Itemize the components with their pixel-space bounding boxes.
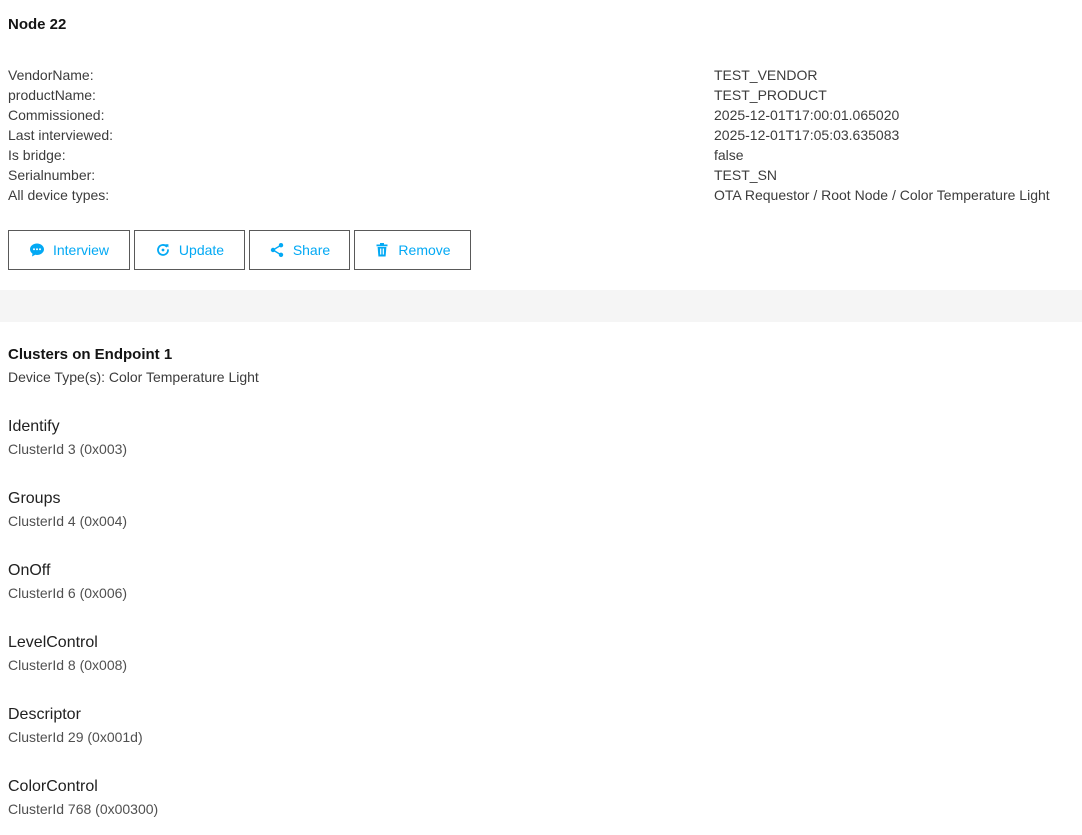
update-button-label: Update (178, 242, 225, 258)
update-button[interactable]: Update (134, 230, 245, 270)
remove-button-label: Remove (398, 242, 451, 258)
info-value: 2025-12-01T17:00:01.065020 (714, 107, 900, 123)
endpoint-device-types: Device Type(s): Color Temperature Light (8, 369, 259, 385)
info-label: Is bridge: (8, 147, 66, 163)
info-label: Last interviewed: (8, 127, 114, 143)
cluster-item-onoff[interactable]: OnOff ClusterId 6 (0x006) (8, 562, 158, 634)
info-row-vendor-name: VendorName: TEST_VENDOR (8, 66, 1082, 86)
trash-icon (374, 242, 390, 258)
cluster-name: LevelControl (8, 634, 98, 651)
cluster-item-levelcontrol[interactable]: LevelControl ClusterId 8 (0x008) (8, 634, 158, 706)
section-divider (0, 290, 1082, 322)
node-info-list: VendorName: TEST_VENDOR productName: TES… (8, 66, 1082, 206)
share-button-label: Share (292, 242, 331, 258)
cluster-id: ClusterId 8 (0x008) (8, 657, 128, 673)
info-label: Serialnumber: (8, 167, 96, 183)
info-value: TEST_SN (714, 167, 778, 183)
cluster-id: ClusterId 6 (0x006) (8, 585, 128, 601)
cluster-item-colorcontrol[interactable]: ColorControl ClusterId 768 (0x00300) (8, 778, 158, 835)
info-label: VendorName: (8, 67, 94, 83)
endpoint-title: Clusters on Endpoint 1 (8, 346, 173, 363)
cluster-id: ClusterId 4 (0x004) (8, 513, 128, 529)
info-value: TEST_VENDOR (714, 67, 818, 83)
info-label: All device types: (8, 187, 110, 203)
cluster-id: ClusterId 768 (0x00300) (8, 801, 159, 817)
share-button[interactable]: Share (249, 230, 350, 270)
node-details-page: Node 22 VendorName: TEST_VENDOR productN… (0, 0, 1082, 835)
info-label: Commissioned: (8, 107, 105, 123)
cluster-name: Descriptor (8, 706, 81, 723)
interview-button-label: Interview (52, 242, 110, 258)
cluster-item-identify[interactable]: Identify ClusterId 3 (0x003) (8, 418, 158, 490)
info-row-last-interviewed: Last interviewed: 2025-12-01T17:05:03.63… (8, 126, 1082, 146)
info-label: productName: (8, 87, 96, 103)
info-row-device-types: All device types: OTA Requestor / Root N… (8, 186, 1082, 206)
cluster-name: OnOff (8, 562, 51, 579)
info-row-is-bridge: Is bridge: false (8, 146, 1082, 166)
refresh-icon (155, 242, 171, 258)
cluster-name: Identify (8, 418, 60, 435)
cluster-name: Groups (8, 490, 61, 507)
cluster-name: ColorControl (8, 778, 98, 795)
info-row-product-name: productName: TEST_PRODUCT (8, 86, 1082, 106)
remove-button[interactable]: Remove (354, 230, 471, 270)
node-title: Node 22 (8, 16, 67, 33)
info-row-commissioned: Commissioned: 2025-12-01T17:00:01.065020 (8, 106, 1082, 126)
cluster-list: Identify ClusterId 3 (0x003) Groups Clus… (8, 418, 158, 835)
chat-icon (29, 242, 45, 258)
info-row-serialnumber: Serialnumber: TEST_SN (8, 166, 1082, 186)
share-icon (269, 242, 285, 258)
info-value: false (714, 147, 744, 163)
cluster-item-descriptor[interactable]: Descriptor ClusterId 29 (0x001d) (8, 706, 158, 778)
cluster-item-groups[interactable]: Groups ClusterId 4 (0x004) (8, 490, 158, 562)
cluster-id: ClusterId 3 (0x003) (8, 441, 128, 457)
node-actions: Interview Update Share Remove (8, 230, 471, 270)
info-value: OTA Requestor / Root Node / Color Temper… (714, 187, 1050, 203)
info-value: TEST_PRODUCT (714, 87, 827, 103)
info-value: 2025-12-01T17:05:03.635083 (714, 127, 900, 143)
interview-button[interactable]: Interview (8, 230, 130, 270)
cluster-id: ClusterId 29 (0x001d) (8, 729, 143, 745)
